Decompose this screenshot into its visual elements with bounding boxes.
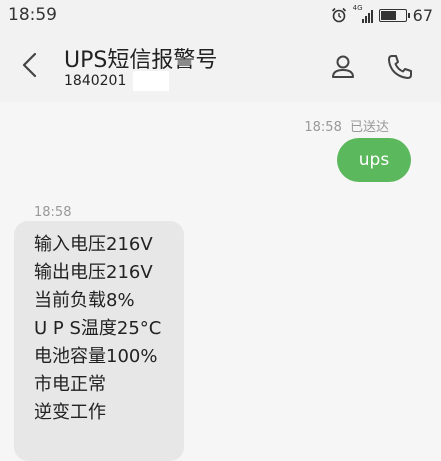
message-line: 逆变工作 [34,402,106,423]
message-line: 输入电压216V [34,234,153,255]
status-time: 18:59 [8,5,57,25]
message-line: U P S温度25°C [34,318,162,339]
contact-name: UPS短信报警号 [64,48,218,73]
message-line: 电池容量100% [34,346,158,367]
received-time: 18:58 [34,205,72,220]
redacted-number-mask [133,71,169,91]
battery-percent: 67 [412,5,433,25]
status-icons: 4G 67 [331,4,433,25]
phone-call-icon[interactable] [385,52,415,82]
contact-number: 1840201 [64,73,127,89]
message-line: 市电正常 [34,374,106,395]
message-line: 输出电压216V [34,262,153,283]
back-arrow-icon[interactable] [16,50,46,80]
sent-time: 18:58 [304,120,342,135]
cellular-signal-icon: 4G [353,4,373,24]
alarm-clock-icon [331,7,346,23]
sent-message-text: ups [358,150,390,170]
sent-message-meta: 18:58 已送达 [304,116,389,135]
battery-icon [378,8,410,22]
contact-person-icon[interactable] [328,52,358,82]
message-line: 当前负载8% [34,290,135,311]
delivery-status: 已送达 [349,120,389,135]
status-bar: 18:59 4G 67 [0,0,441,30]
received-message-bubble[interactable]: 输入电压216V 输出电压216V 当前负载8% U P S温度25°C 电池容… [14,221,184,461]
sent-message-bubble[interactable]: ups [337,138,411,182]
conversation-header: UPS短信报警号 1840201 [0,30,441,102]
battery-fill [380,10,397,20]
